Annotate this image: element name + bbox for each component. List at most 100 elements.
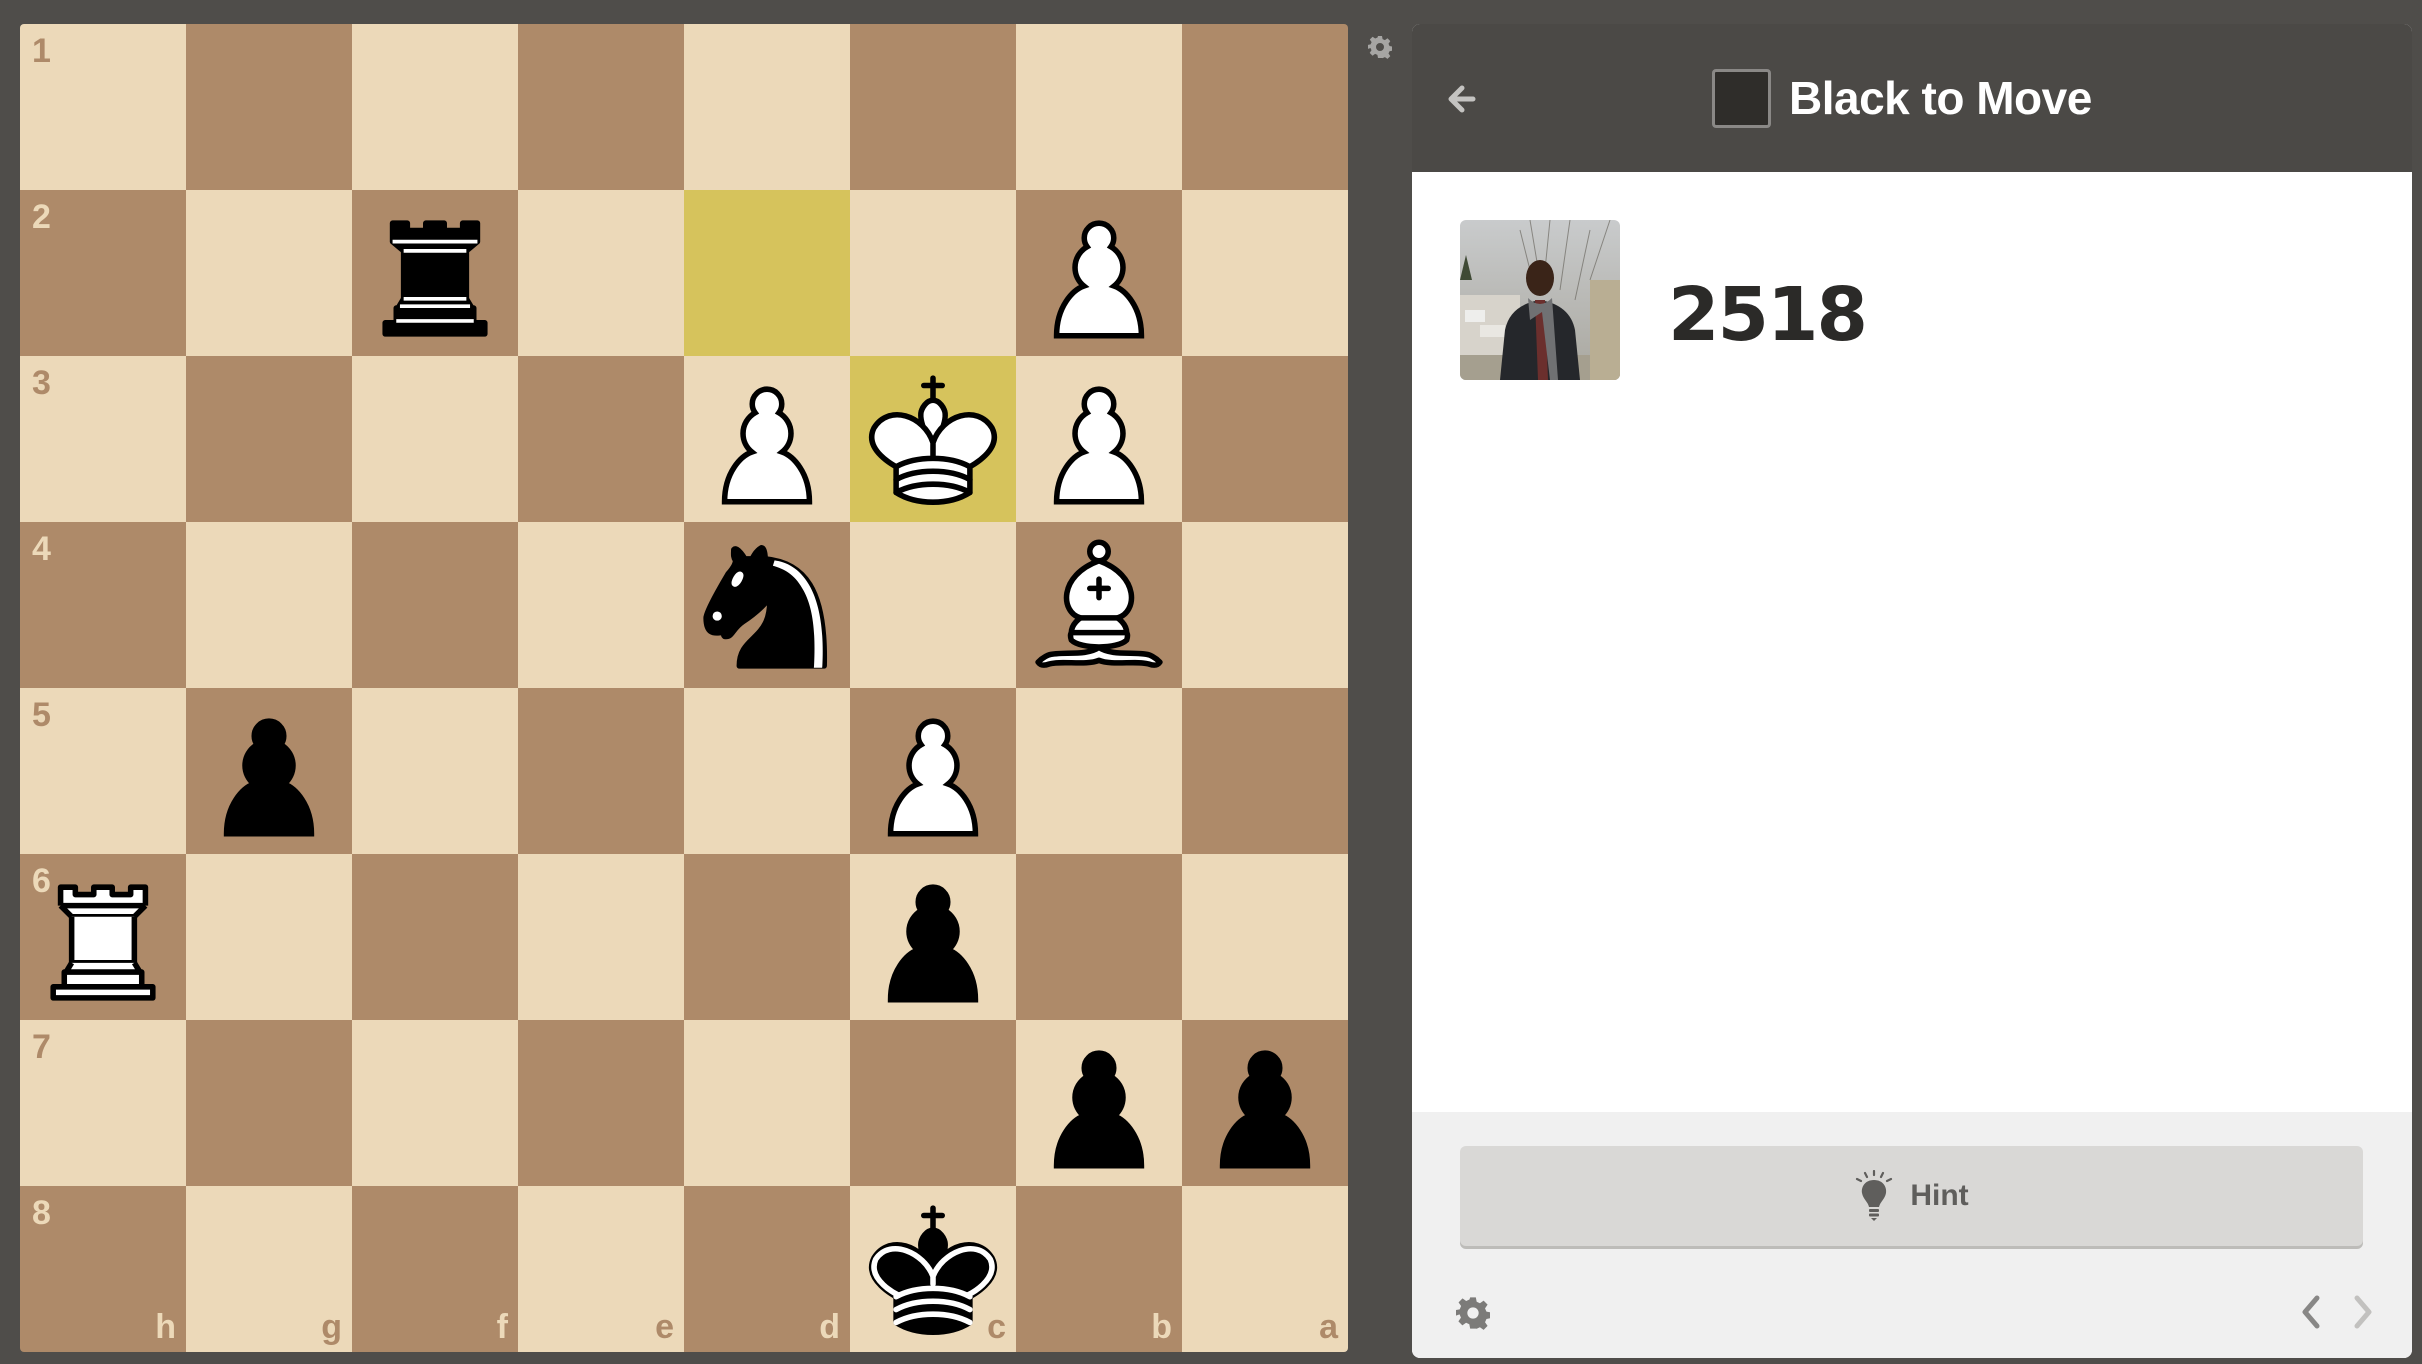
square-d6[interactable] <box>684 854 850 1020</box>
square-f2[interactable] <box>352 190 518 356</box>
square-d5[interactable] <box>684 688 850 854</box>
square-h2[interactable]: 2 <box>20 190 186 356</box>
file-label: b <box>1151 1308 1172 1346</box>
white-pawn-piece[interactable] <box>850 688 1016 854</box>
square-f3[interactable] <box>352 356 518 522</box>
square-e7[interactable] <box>518 1020 684 1186</box>
turn-color-swatch <box>1712 68 1771 128</box>
square-a3[interactable] <box>1182 356 1348 522</box>
square-e2[interactable] <box>518 190 684 356</box>
puzzle-panel: Black to Move 2518 Hint <box>1412 24 2412 1358</box>
square-g8[interactable]: g <box>186 1186 352 1352</box>
square-h3[interactable]: 3 <box>20 356 186 522</box>
square-f8[interactable]: f <box>352 1186 518 1352</box>
square-d3[interactable] <box>684 356 850 522</box>
hint-label: Hint <box>1910 1179 1969 1212</box>
square-b4[interactable] <box>1016 522 1182 688</box>
square-c6[interactable] <box>850 854 1016 1020</box>
square-f6[interactable] <box>352 854 518 1020</box>
square-d4[interactable] <box>684 522 850 688</box>
black-pawn-piece[interactable] <box>1182 1020 1348 1186</box>
next-chevron-right-icon[interactable] <box>2348 1292 2378 1332</box>
square-c5[interactable] <box>850 688 1016 854</box>
file-label: d <box>819 1308 840 1346</box>
turn-title: Black to Move <box>1789 72 2092 124</box>
panel-footer: Hint <box>1412 1112 2412 1358</box>
square-g6[interactable] <box>186 854 352 1020</box>
white-pawn-piece[interactable] <box>684 356 850 522</box>
square-b5[interactable] <box>1016 688 1182 854</box>
square-g2[interactable] <box>186 190 352 356</box>
black-king-piece[interactable] <box>850 1186 1016 1352</box>
square-h5[interactable]: 5 <box>20 688 186 854</box>
black-pawn-piece[interactable] <box>850 854 1016 1020</box>
black-knight-piece[interactable] <box>684 522 850 688</box>
square-a4[interactable] <box>1182 522 1348 688</box>
square-c4[interactable] <box>850 522 1016 688</box>
square-b1[interactable] <box>1016 24 1182 190</box>
square-g4[interactable] <box>186 522 352 688</box>
square-g7[interactable] <box>186 1020 352 1186</box>
square-h7[interactable]: 7 <box>20 1020 186 1186</box>
black-pawn-piece[interactable] <box>186 688 352 854</box>
square-b2[interactable] <box>1016 190 1182 356</box>
rank-label: 2 <box>32 198 51 236</box>
square-e3[interactable] <box>518 356 684 522</box>
square-a6[interactable] <box>1182 854 1348 1020</box>
black-pawn-piece[interactable] <box>1016 1020 1182 1186</box>
white-pawn-piece[interactable] <box>1016 190 1182 356</box>
square-c3[interactable] <box>850 356 1016 522</box>
square-d1[interactable] <box>684 24 850 190</box>
square-h6[interactable]: 6 <box>20 854 186 1020</box>
white-rook-piece[interactable] <box>20 854 186 1020</box>
white-bishop-piece[interactable] <box>1016 522 1182 688</box>
square-e6[interactable] <box>518 854 684 1020</box>
square-e1[interactable] <box>518 24 684 190</box>
white-pawn-piece[interactable] <box>1016 356 1182 522</box>
square-g1[interactable] <box>186 24 352 190</box>
square-g5[interactable] <box>186 688 352 854</box>
file-label: f <box>496 1308 508 1346</box>
back-arrow-icon[interactable] <box>1442 80 1480 118</box>
square-a5[interactable] <box>1182 688 1348 854</box>
square-a1[interactable] <box>1182 24 1348 190</box>
square-c2[interactable] <box>850 190 1016 356</box>
square-e8[interactable]: e <box>518 1186 684 1352</box>
white-king-piece[interactable] <box>850 356 1016 522</box>
black-rook-piece[interactable] <box>352 190 518 356</box>
square-e5[interactable] <box>518 688 684 854</box>
previous-chevron-left-icon[interactable] <box>2296 1292 2326 1332</box>
square-h1[interactable]: 1 <box>20 24 186 190</box>
square-c1[interactable] <box>850 24 1016 190</box>
square-d8[interactable]: d <box>684 1186 850 1352</box>
turn-indicator: Black to Move <box>1712 68 2092 128</box>
square-b6[interactable] <box>1016 854 1182 1020</box>
rank-label: 8 <box>32 1194 51 1232</box>
square-a8[interactable]: a <box>1182 1186 1348 1352</box>
chess-board[interactable]: 1 2 3 4 56 7 8 h g f e d c b a <box>20 24 1348 1352</box>
player-avatar <box>1460 220 1620 380</box>
settings-gear-icon[interactable] <box>1455 1296 1491 1330</box>
square-a7[interactable] <box>1182 1020 1348 1186</box>
board-settings-gear-icon[interactable] <box>1367 35 1393 59</box>
square-g3[interactable] <box>186 356 352 522</box>
square-h4[interactable]: 4 <box>20 522 186 688</box>
hint-button[interactable]: Hint <box>1460 1146 2363 1246</box>
square-c7[interactable] <box>850 1020 1016 1186</box>
square-h8[interactable]: 8h <box>20 1186 186 1352</box>
square-f1[interactable] <box>352 24 518 190</box>
square-e4[interactable] <box>518 522 684 688</box>
square-f7[interactable] <box>352 1020 518 1186</box>
square-c8[interactable]: c <box>850 1186 1016 1352</box>
lightbulb-icon <box>1856 1170 1893 1221</box>
square-b8[interactable]: b <box>1016 1186 1182 1352</box>
square-b3[interactable] <box>1016 356 1182 522</box>
player-rating: 2518 <box>1668 272 1868 358</box>
square-b7[interactable] <box>1016 1020 1182 1186</box>
square-f4[interactable] <box>352 522 518 688</box>
square-d2[interactable] <box>684 190 850 356</box>
square-a2[interactable] <box>1182 190 1348 356</box>
square-f5[interactable] <box>352 688 518 854</box>
file-label: a <box>1319 1308 1338 1346</box>
square-d7[interactable] <box>684 1020 850 1186</box>
